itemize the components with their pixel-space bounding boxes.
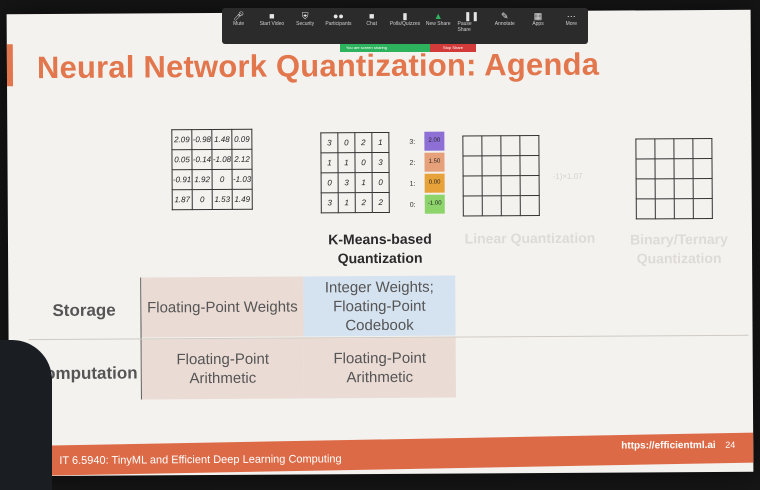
participants-button[interactable]: ●● Participants (324, 11, 352, 27)
index-cell: 0 (354, 152, 373, 173)
security-button[interactable]: ⛨ Security (291, 11, 319, 27)
codebook-entry: 2.00 (424, 131, 445, 151)
matrix-cell: 2.12 (231, 149, 253, 170)
linear-scale-fragment: -1)×1.07 (552, 171, 583, 181)
matrix-cell: 1.92 (192, 169, 213, 190)
storage-kmeans-cell: Integer Weights; Floating-Point Codebook (303, 275, 456, 337)
index-cell: 1 (371, 132, 389, 153)
matrix-cell: -0.91 (172, 169, 193, 190)
course-url-link[interactable]: https://efficientml.ai (621, 440, 716, 452)
apps-icon: ▦ (533, 11, 543, 21)
matrix-cell: 0 (192, 189, 213, 210)
index-cell: 2 (372, 192, 390, 213)
index-cell: 3 (321, 192, 339, 213)
index-cell: 2 (354, 132, 372, 153)
matrix-cell: 0 (212, 169, 233, 190)
index-cell: 3 (371, 152, 390, 173)
people-icon: ●● (332, 11, 344, 21)
codebook-index: 3: (409, 138, 416, 146)
zoom-toolbar: 🎤︎ Mute ■ Start Video ⛨ Security ●● Particip… (222, 8, 588, 44)
index-cell: 1 (338, 192, 356, 213)
index-cell: 1 (337, 152, 356, 173)
index-cell: 1 (320, 152, 339, 173)
bar-chart-icon: ▮ (402, 11, 408, 21)
matrix-cell: 0.05 (171, 149, 193, 170)
pause-icon: ❚❚ (463, 11, 480, 21)
matrix-cell: 1.53 (212, 189, 233, 210)
mute-button[interactable]: 🎤︎ Mute (225, 11, 253, 27)
index-cell: 2 (355, 192, 373, 213)
computation-floating-cell: Floating-Point Arithmetic (141, 338, 304, 400)
codebook-index: 0: (409, 201, 416, 209)
shield-icon: ⛨ (301, 11, 309, 21)
presentation-slide: Neural Network Quantization: Agenda 2.09… (6, 9, 754, 477)
more-icon: ⋯ (566, 11, 576, 21)
matrix-cell: 2.09 (171, 129, 192, 150)
method-linear-label: Linear Quantization (464, 229, 596, 247)
stop-share-button[interactable]: Stop Share (430, 44, 476, 52)
video-camera-icon: ■ (269, 11, 275, 21)
codebook-entry: -1.00 (424, 194, 445, 214)
annotate-button[interactable]: ✎ Annotate (491, 11, 519, 27)
slide-page-number: 24 (725, 439, 736, 450)
index-cell: 0 (372, 172, 390, 193)
chat-button[interactable]: ■ Chat (358, 11, 386, 27)
storage-floating-cell: Floating-Point Weights (141, 276, 304, 338)
computation-kmeans-cell: Floating-Point Arithmetic (303, 337, 456, 399)
course-name: IT 6.5940: TinyML and Efficient Deep Lea… (59, 453, 342, 467)
index-cell: 3 (320, 132, 338, 153)
share-screen-icon: ▲ (433, 11, 443, 21)
matrix-cell: -1.03 (232, 169, 253, 190)
row-label-storage: Storage (52, 300, 116, 321)
sharing-notice: You are screen sharing (340, 44, 430, 52)
matrix-cell: -0.98 (191, 129, 212, 150)
codebook-entry: 1.50 (424, 152, 445, 172)
apps-button[interactable]: ▦ Apps (524, 11, 552, 27)
slide-title: Neural Network Quantization: Agenda (36, 46, 600, 86)
matrix-cell: 1.48 (211, 129, 232, 150)
index-cell: 0 (321, 172, 339, 193)
index-cell: 1 (355, 172, 373, 193)
chat-icon: ■ (368, 11, 375, 21)
more-button[interactable]: ⋯ More (557, 11, 585, 27)
pencil-icon: ✎ (500, 11, 509, 21)
matrix-cell: -0.14 (191, 149, 213, 170)
weights-matrix: 2.09 -0.98 1.48 0.09 0.05 -0.14 -1.08 2.… (171, 129, 253, 210)
title-accent-bar (6, 44, 14, 87)
matrix-cell: 1.49 (232, 189, 253, 210)
index-cell: 0 (337, 132, 355, 153)
method-binary-ternary-label: Binary/Ternary Quantization (630, 230, 728, 267)
binary-ternary-matrix (635, 138, 713, 219)
codebook-index: 1: (409, 180, 416, 188)
index-cell: 3 (338, 172, 356, 193)
matrix-cell: 1.87 (172, 189, 193, 210)
linear-quantized-matrix (462, 135, 540, 216)
polls-button[interactable]: ▮ Polls/Quizzes (390, 11, 420, 27)
start-video-button[interactable]: ■ Start Video (258, 11, 286, 27)
matrix-cell: -1.08 (211, 149, 233, 170)
microphone-icon: 🎤︎ (232, 11, 245, 21)
cluster-index-matrix: 3 0 2 1 1 1 0 3 0 3 1 0 3 1 2 2 (320, 132, 390, 213)
presenter-silhouette (0, 340, 52, 490)
pause-share-button[interactable]: ❚❚ Pause Share (457, 11, 485, 33)
matrix-cell: 0.09 (231, 129, 252, 150)
codebook-index: 2: (409, 159, 416, 167)
new-share-button[interactable]: ▲ New Share (424, 11, 452, 27)
method-kmeans-label: K-Means-based Quantization (328, 230, 432, 267)
screen-sharing-indicator: You are screen sharing Stop Share (340, 44, 476, 52)
codebook-entry: 0.00 (424, 173, 445, 193)
